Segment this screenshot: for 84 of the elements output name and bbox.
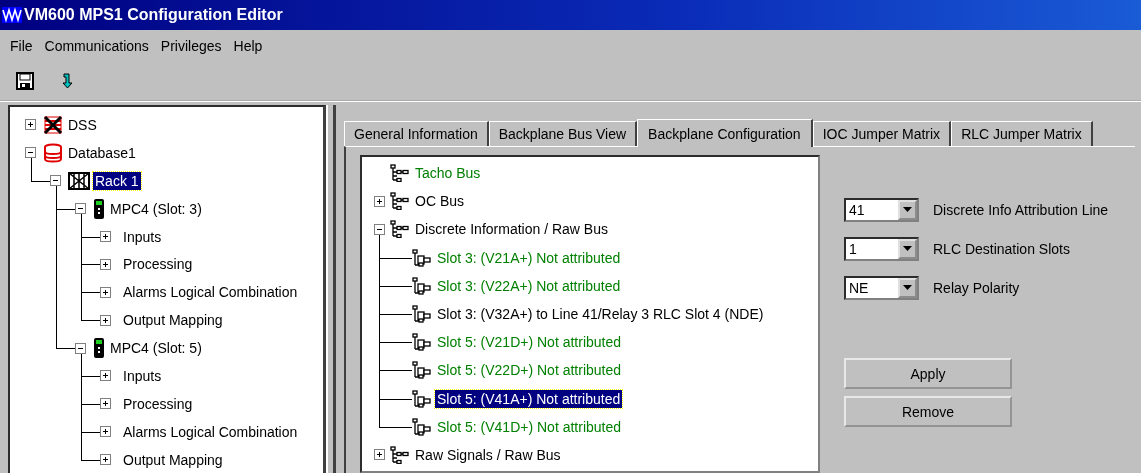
tree-item[interactable]: Rack 1 — [93, 171, 141, 190]
bus-tree-icon — [390, 445, 410, 464]
bus-tree-icon — [390, 164, 410, 183]
expand-toggle[interactable] — [100, 370, 111, 382]
module-card-icon — [93, 197, 105, 220]
download-arrow-icon[interactable] — [62, 72, 74, 90]
collapse-toggle[interactable] — [25, 147, 36, 159]
tree-item[interactable]: Raw Signals / Raw Bus — [413, 445, 563, 464]
collapse-toggle[interactable] — [75, 203, 86, 215]
module-card-icon — [93, 337, 105, 360]
database-icon — [43, 142, 63, 163]
bus-tree-icon — [390, 192, 410, 211]
expand-toggle[interactable] — [373, 449, 385, 461]
expand-toggle[interactable] — [100, 454, 111, 466]
expand-toggle[interactable] — [100, 286, 111, 298]
tree-item[interactable]: Slot 3: (V21A+) Not attributed — [435, 248, 623, 267]
dropdown[interactable]: 41 — [844, 197, 919, 222]
caret-icon — [903, 285, 912, 290]
tree-item[interactable]: Slot 5: (V22D+) Not attributed — [435, 361, 624, 380]
tree-item[interactable]: Database1 — [66, 143, 138, 162]
tab[interactable]: General Information — [344, 121, 489, 146]
tree-item[interactable]: Slot 5: (V41D+) Not attributed — [435, 417, 624, 436]
dropdown[interactable]: 1 — [844, 236, 919, 261]
dropdown-button[interactable] — [898, 238, 917, 259]
bus-tree-icon — [390, 220, 410, 239]
tree-item[interactable]: Tacho Bus — [413, 164, 483, 183]
expand-toggle[interactable] — [373, 195, 385, 207]
signal-node-icon — [412, 389, 432, 408]
expand-toggle[interactable] — [100, 258, 111, 270]
collapse-toggle[interactable] — [50, 175, 61, 187]
tab[interactable]: RLC Jumper Matrix — [951, 121, 1093, 146]
field-label: Discrete Info Attribution Line — [933, 201, 1109, 218]
app-logo-icon — [2, 7, 22, 23]
tree-item[interactable]: Inputs — [121, 366, 164, 385]
crossed-stack-icon — [43, 114, 63, 135]
field-label: RLC Destination Slots — [933, 240, 1070, 257]
tree-item[interactable]: Slot 3: (V32A+) to Line 41/Relay 3 RLC Slot 4 (NDE) — [435, 305, 766, 324]
action-button[interactable]: Remove — [844, 396, 1012, 427]
tab[interactable]: IOC Jumper Matrix — [812, 121, 952, 146]
collapse-toggle[interactable] — [75, 342, 86, 354]
rack-icon — [68, 171, 90, 190]
tree-item[interactable]: Processing — [121, 394, 195, 413]
field-label: Relay Polarity — [933, 279, 1020, 296]
tab[interactable]: Backplane Bus View — [488, 121, 638, 146]
tree-item[interactable]: Alarms Logical Combination — [121, 422, 300, 441]
tree-item[interactable]: Output Mapping — [121, 450, 225, 469]
tree-item[interactable]: Slot 3: (V22A+) Not attributed — [435, 276, 623, 295]
caret-icon — [903, 207, 912, 212]
tree-item[interactable]: Inputs — [121, 227, 164, 246]
expand-toggle[interactable] — [100, 231, 111, 242]
expand-toggle[interactable] — [25, 119, 36, 131]
tree-item[interactable]: MPC4 (Slot: 3) — [108, 199, 204, 218]
tree-item[interactable]: Alarms Logical Combination — [121, 283, 300, 302]
menu-item[interactable]: Communications — [38, 36, 155, 56]
collapse-toggle[interactable] — [373, 223, 385, 235]
action-button[interactable]: Apply — [844, 358, 1012, 389]
tree-item[interactable]: Slot 5: (V41A+) Not attributed — [435, 389, 623, 408]
tab[interactable]: Backplane Configuration — [637, 119, 813, 147]
dropdown-button[interactable] — [898, 199, 917, 220]
splitter[interactable] — [326, 105, 336, 473]
dropdown[interactable]: NE — [844, 275, 919, 300]
signal-node-icon — [412, 305, 432, 324]
expand-toggle[interactable] — [100, 426, 111, 438]
signal-node-icon — [412, 248, 432, 267]
tree-item[interactable]: Processing — [121, 255, 195, 274]
window-title: VM600 MPS1 Configuration Editor — [24, 6, 283, 24]
tree-item[interactable]: Output Mapping — [121, 311, 225, 330]
tree-item[interactable]: MPC4 (Slot: 5) — [108, 339, 204, 358]
signal-node-icon — [412, 417, 432, 436]
caret-icon — [903, 246, 912, 251]
menu-item[interactable]: Help — [227, 36, 269, 56]
dropdown-button[interactable] — [898, 277, 917, 298]
menu-item[interactable]: Privileges — [154, 36, 228, 56]
save-icon[interactable] — [16, 72, 34, 90]
tree-item[interactable]: OC Bus — [413, 192, 466, 211]
tree-item[interactable]: Slot 5: (V21D+) Not attributed — [435, 333, 624, 352]
tree-item[interactable]: DSS — [66, 115, 99, 134]
expand-toggle[interactable] — [100, 398, 111, 410]
tree-item[interactable]: Discrete Information / Raw Bus — [413, 220, 610, 239]
expand-toggle[interactable] — [100, 314, 111, 326]
signal-node-icon — [412, 361, 432, 380]
signal-node-icon — [412, 276, 432, 295]
signal-node-icon — [412, 333, 432, 352]
menu-item[interactable]: File — [4, 36, 39, 56]
